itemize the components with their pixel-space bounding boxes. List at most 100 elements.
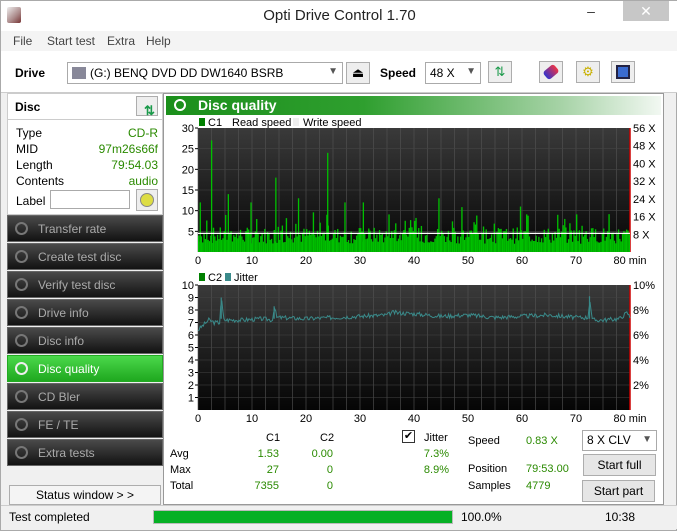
c1-bar [612, 232, 614, 252]
legend-write-speed: Write speed [303, 117, 362, 129]
samples-value: 4779 [526, 480, 551, 492]
nav-transfer-rate[interactable]: Transfer rate [7, 215, 163, 242]
c1-bar [495, 243, 497, 252]
nav-verify-test-disc[interactable]: Verify test disc [7, 271, 163, 298]
c1-bar [559, 237, 562, 252]
erase-button[interactable] [539, 61, 563, 83]
eject-button[interactable]: ⏏ [346, 62, 370, 84]
chevron-down-icon: ▼ [642, 434, 652, 445]
chevron-down-icon: ▼ [466, 66, 476, 77]
label-input[interactable] [50, 190, 130, 209]
disc-header: Disc ⇅ [8, 94, 162, 120]
disc-row-contents: Contents audio [16, 174, 158, 188]
c1-bar [396, 241, 398, 252]
stats-header-c2: C2 [320, 432, 335, 444]
c1-bar [427, 242, 429, 252]
nav-extra-tests[interactable]: Extra tests [7, 439, 163, 466]
floppy-icon [616, 65, 630, 79]
refresh-button[interactable]: ⇅ [488, 61, 512, 83]
start-part-button[interactable]: Start part [582, 480, 655, 502]
start-full-button[interactable]: Start full [583, 454, 656, 476]
label-disc-button[interactable] [136, 189, 158, 211]
nav-disc-info[interactable]: Disc info [7, 327, 163, 354]
status-text: Test completed [9, 510, 90, 524]
stats-c2-value: 0.00 [311, 448, 333, 460]
jitter-label: Jitter [424, 432, 448, 444]
c1-bar [497, 228, 500, 252]
c1-bar [414, 220, 416, 252]
c1-bar [623, 230, 625, 252]
c1-bar [436, 229, 439, 252]
c1-bar [368, 228, 370, 252]
stats-c1-value: 1.53 [257, 448, 279, 460]
c1-bar [257, 234, 259, 252]
nav-create-test-disc[interactable]: Create test disc [7, 243, 163, 270]
c1-bar [229, 233, 231, 252]
c1-bar [364, 234, 366, 252]
c1-bar [353, 239, 355, 252]
c1-bar [230, 231, 232, 252]
y2-tick-label: 4% [633, 355, 649, 367]
c1-bar [449, 240, 451, 252]
c1-bar [223, 230, 225, 252]
c1-bar [354, 239, 356, 252]
row-value: 97m26s66f [98, 142, 158, 156]
c1-bar [516, 227, 518, 252]
c1-bar [264, 228, 266, 252]
minimize-button[interactable]: ‒ [571, 1, 611, 21]
nav-label: Extra tests [38, 446, 95, 460]
c1-bar [442, 233, 444, 252]
c1-bar [593, 237, 595, 252]
c1-bar [360, 228, 362, 252]
c1-bar [216, 234, 219, 252]
disc-refresh-button[interactable]: ⇅ [136, 96, 158, 118]
nav-cd-bler[interactable]: CD Bler [7, 383, 163, 410]
c1-bar [272, 243, 274, 252]
menu-help[interactable]: Help [146, 34, 171, 48]
jitter-checkbox[interactable]: ✔ [402, 430, 415, 443]
c1-peak [327, 152, 329, 252]
c1-bar [586, 238, 589, 252]
c1-bar [262, 241, 265, 252]
c1-bar [265, 243, 267, 252]
settings-button[interactable]: ⚙ [576, 61, 600, 83]
c1-bar [561, 231, 563, 252]
c1-bar [254, 231, 257, 252]
c1-bar [318, 236, 320, 252]
nav-drive-info[interactable]: Drive info [7, 299, 163, 326]
close-button[interactable]: ✕ [623, 1, 669, 21]
speed-value: 48 X [430, 66, 455, 80]
legend-jitter: Jitter [234, 272, 258, 284]
c1-bar [546, 233, 548, 252]
c1-bar [258, 242, 261, 252]
panel-header: Disc quality [166, 96, 661, 115]
test-speed-select[interactable]: 8 X CLV ▼ [582, 430, 657, 451]
c1-bar [415, 217, 417, 252]
c1-bar [566, 242, 568, 252]
c1-peak [199, 202, 201, 252]
c1-bar [256, 218, 258, 252]
x-tick-label: 60 [516, 413, 528, 425]
drive-value: (G:) BENQ DVD DD DW1640 BSRB [90, 66, 284, 80]
c1-bar [515, 238, 517, 252]
menu-start-test[interactable]: Start test [47, 34, 95, 48]
c1-bar [233, 235, 235, 252]
c1-bar [538, 236, 540, 252]
speed-select[interactable]: 48 X ▼ [425, 62, 481, 84]
menu-file[interactable]: File [13, 34, 32, 48]
drive-select[interactable]: (G:) BENQ DVD DD DW1640 BSRB ▼ [67, 62, 343, 84]
nav-label: Transfer rate [38, 222, 107, 236]
x-tick-label: 40 [408, 255, 420, 267]
nav-fe-te[interactable]: FE / TE [7, 411, 163, 438]
c1-bar [455, 243, 458, 252]
c1-bar [373, 227, 375, 252]
c1-bar [466, 232, 468, 252]
save-button[interactable] [611, 61, 635, 83]
status-window-button[interactable]: Status window > > [9, 485, 161, 505]
c1-bar [628, 234, 630, 252]
c1-peak [210, 140, 213, 252]
nav-disc-quality[interactable]: Disc quality [7, 355, 163, 382]
menu-extra[interactable]: Extra [107, 34, 135, 48]
charts: C1 Read speed Write speed 0 10 20 30 40 50 60 7… [182, 117, 657, 425]
c1-bar [512, 228, 514, 252]
